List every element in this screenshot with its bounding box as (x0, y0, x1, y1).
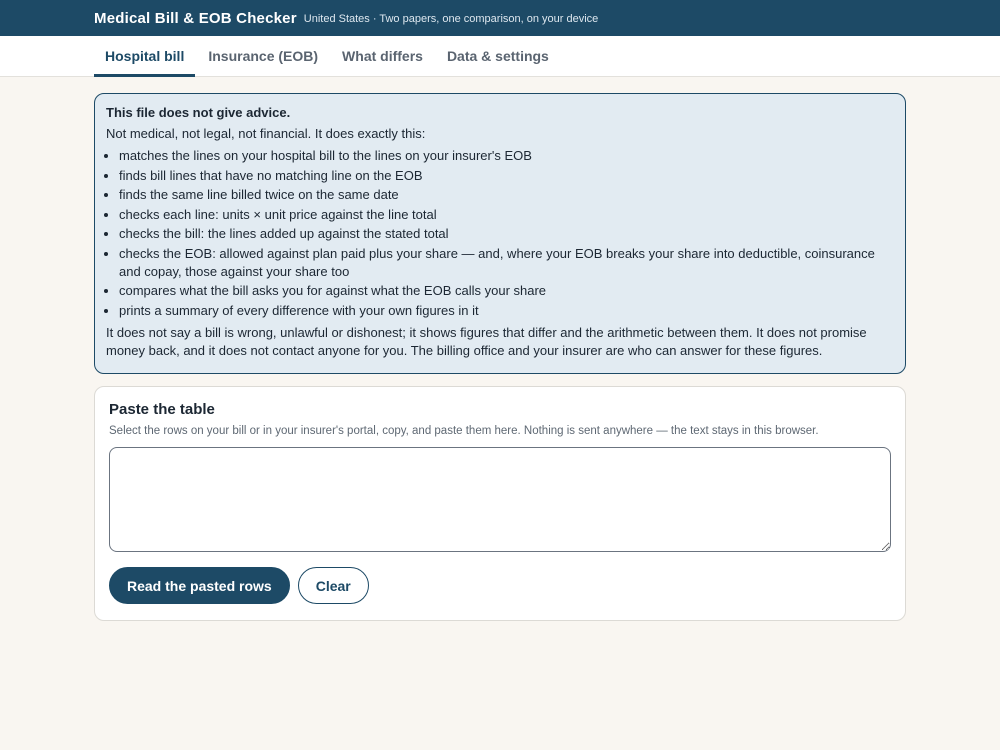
tab-hospital-bill[interactable]: Hospital bill (94, 36, 196, 77)
notice-list-item: checks the bill: the lines added up agai… (119, 225, 894, 243)
paste-card: Paste the table Select the rows on your … (94, 386, 906, 621)
tab-what-differs[interactable]: What differs (331, 36, 434, 76)
clear-button[interactable]: Clear (297, 567, 369, 604)
paste-card-title: Paste the table (109, 401, 215, 418)
notice-heading: This file does not give advice. (106, 105, 291, 120)
tab-bar: Hospital bill Insurance (EOB) What diffe… (0, 36, 1000, 77)
notice-list-item: checks the EOB: allowed against plan pai… (119, 245, 894, 281)
read-pasted-rows-button[interactable]: Read the pasted rows (109, 567, 290, 604)
notice-list-item: checks each line: units × unit price aga… (119, 206, 894, 224)
app-subtitle: United States · Two papers, one comparis… (303, 13, 599, 25)
tab-insurance-eob[interactable]: Insurance (EOB) (197, 36, 329, 76)
notice-list-item: prints a summary of every difference wit… (119, 302, 894, 320)
app-header: Medical Bill & EOB Checker United States… (0, 0, 1000, 36)
notice-list-item: compares what the bill asks you for agai… (119, 282, 894, 300)
notice-footer: It does not say a bill is wrong, unlawfu… (106, 324, 867, 359)
paste-card-description: Select the rows on your bill or in your … (109, 425, 819, 437)
paste-actions: Read the pasted rows Clear (109, 567, 891, 604)
notice-list-item: matches the lines on your hospital bill … (119, 147, 894, 165)
disclaimer-notice: This file does not give advice. Not medi… (94, 93, 906, 374)
notice-list: matches the lines on your hospital bill … (106, 147, 894, 320)
app-title: Medical Bill & EOB Checker (94, 9, 297, 27)
notice-list-item: finds bill lines that have no matching l… (119, 167, 894, 185)
notice-intro: Not medical, not legal, not financial. I… (106, 126, 426, 141)
tab-data-settings[interactable]: Data & settings (436, 36, 560, 76)
notice-list-item: finds the same line billed twice on the … (119, 186, 894, 204)
paste-textarea[interactable] (109, 447, 891, 552)
